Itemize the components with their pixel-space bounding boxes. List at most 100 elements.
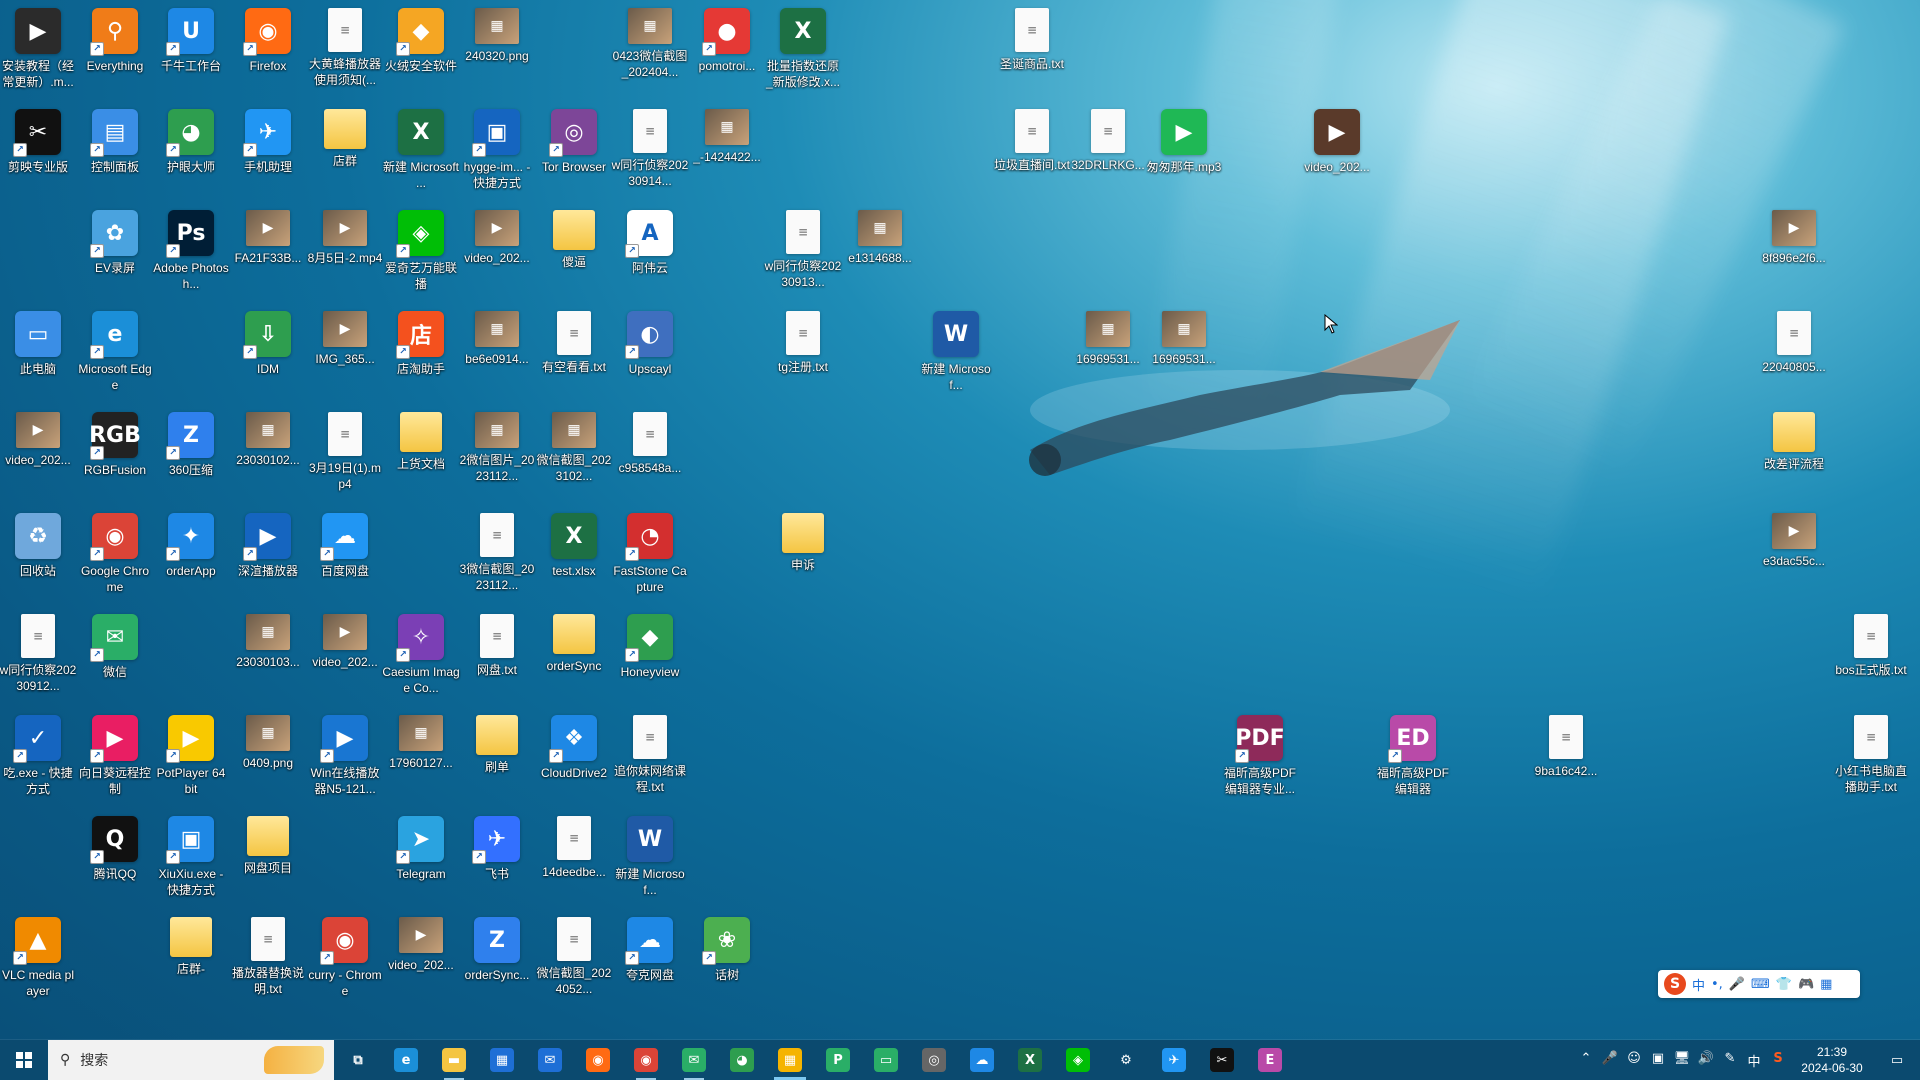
desktop-icon[interactable]: RGB ↗ RGBFusion (76, 408, 154, 508)
desktop-icon[interactable]: ▶ ↗ 向日葵远程控制 (76, 711, 154, 811)
taskbar-store-button[interactable]: ▦ (478, 1040, 526, 1080)
desktop-icon[interactable]: ▦ 17960127... (382, 711, 460, 811)
desktop-icon[interactable]: ▦ 0423微信截图_202404... (611, 4, 689, 104)
desktop-icon[interactable]: ▶ video_202... (1298, 105, 1376, 205)
desktop-icon[interactable]: Z ↗ 360压缩 (152, 408, 230, 508)
desktop-icon[interactable]: ▦ be6e0914... (458, 307, 536, 407)
desktop-icon[interactable]: Ps ↗ Adobe Photosh... (152, 206, 230, 306)
desktop-icon[interactable]: 店群- (152, 913, 230, 1013)
desktop-icon[interactable]: ◉ ↗ Firefox (229, 4, 307, 104)
desktop-icon[interactable]: ▶ video_202... (458, 206, 536, 306)
desktop-icon[interactable]: PDF ↗ 福昕高级PDF编辑器专业... (1221, 711, 1299, 811)
ime-voice-icon[interactable]: 🎤 (1729, 977, 1745, 992)
desktop-icon[interactable]: ▶ video_202... (382, 913, 460, 1013)
desktop-icon[interactable]: ◈ ↗ 爱奇艺万能联播 (382, 206, 460, 306)
ime-skin-icon[interactable]: 👕 (1776, 977, 1792, 992)
sogou-tray-icon[interactable]: S (1766, 1051, 1790, 1070)
ime-keyboard-icon[interactable]: ⌨ (1751, 977, 1770, 992)
desktop-icon[interactable]: ◕ ↗ 护眼大师 (152, 105, 230, 205)
taskbar-edge-button[interactable]: e (382, 1040, 430, 1080)
desktop-icon[interactable]: ≡ 3微信截图_2023112... (458, 509, 536, 609)
desktop-icon[interactable]: ❖ ↗ CloudDrive2 (535, 711, 613, 811)
taskbar-file-explorer-button[interactable]: ▬ (430, 1040, 478, 1080)
taskbar-foxit-pdf-editor-button[interactable]: E (1246, 1040, 1294, 1080)
desktop-icon[interactable]: 傻逼 (535, 206, 613, 306)
desktop-icon[interactable]: ▦ 2微信图片_2023112... (458, 408, 536, 508)
desktop-icon[interactable]: ▶ video_202... (306, 610, 384, 710)
desktop-icon[interactable]: ▶ video_202... (0, 408, 77, 508)
ime-menu-icon[interactable]: ▦ (1820, 977, 1832, 992)
sogou-ime-icon[interactable]: S (1664, 973, 1686, 995)
desktop-icon[interactable]: ✂ ↗ 剪映专业版 (0, 105, 77, 205)
desktop-icon[interactable]: ≡ w同行侦察20230913... (764, 206, 842, 306)
taskbar-capcut-button[interactable]: ✂ (1198, 1040, 1246, 1080)
desktop-icon[interactable]: ▶ 匆匆那年.mp3 (1145, 105, 1223, 205)
taskbar-eye-care-button[interactable]: ◕ (718, 1040, 766, 1080)
desktop-icon[interactable]: ▶ ↗ 深渲播放器 (229, 509, 307, 609)
desktop-icon[interactable]: ▦ 23030102... (229, 408, 307, 508)
desktop-icon[interactable]: 改差评流程 (1755, 408, 1833, 508)
desktop-icon[interactable]: ➤ ↗ Telegram (382, 812, 460, 912)
desktop-icon[interactable]: ≡ 播放器替换说明.txt (229, 913, 307, 1013)
desktop-icon[interactable]: W 新建 Microsof... (917, 307, 995, 407)
desktop-icon[interactable]: 刷单 (458, 711, 536, 811)
desktop-icon[interactable]: 店 ↗ 店淘助手 (382, 307, 460, 407)
desktop-icon[interactable]: ◉ ↗ Google Chrome (76, 509, 154, 609)
desktop-icon[interactable]: ▦ 16969531... (1145, 307, 1223, 407)
desktop-icon[interactable]: ◆ ↗ Honeyview (611, 610, 689, 710)
desktop-icon[interactable]: ▦ 16969531... (1069, 307, 1147, 407)
desktop-icon[interactable]: ❀ ↗ 话树 (688, 913, 766, 1013)
ime-game-icon[interactable]: 🎮 (1798, 977, 1814, 992)
desktop-icon[interactable]: ✧ ↗ Caesium Image Co... (382, 610, 460, 710)
desktop-icon[interactable]: ▶ FA21F33B... (229, 206, 307, 306)
ime-mode-label[interactable]: 中 (1692, 975, 1705, 994)
user-tray-icon[interactable]: ☺ (1622, 1051, 1646, 1070)
taskbar-qianniu-button[interactable]: ▦ (766, 1040, 814, 1080)
ime-toolbar[interactable]: S 中 •, 🎤 ⌨ 👕 🎮 ▦ (1658, 970, 1860, 998)
desktop-icon[interactable]: ☁ ↗ 夸克网盘 (611, 913, 689, 1013)
desktop-icon[interactable]: ED ↗ 福昕高级PDF编辑器 (1374, 711, 1452, 811)
taskbar-mail-button[interactable]: ✉ (526, 1040, 574, 1080)
desktop-icon[interactable]: ☁ ↗ 百度网盘 (306, 509, 384, 609)
desktop-icon[interactable]: ≡ 14deedbe... (535, 812, 613, 912)
desktop-icon[interactable]: ▶ 8月5日-2.mp4 (306, 206, 384, 306)
desktop-icon[interactable]: ▶ ↗ Win在线播放器N5-121... (306, 711, 384, 811)
desktop-icon[interactable]: ≡ 圣诞商品.txt (993, 4, 1071, 104)
desktop-icon[interactable]: ▭ 此电脑 (0, 307, 77, 407)
volume-icon[interactable]: 🔊 (1694, 1051, 1718, 1070)
desktop-icon[interactable]: ▦ e1314688... (841, 206, 919, 306)
desktop-icon[interactable]: ✉ ↗ 微信 (76, 610, 154, 710)
ime-punctuation-icon[interactable]: •, (1711, 977, 1723, 992)
desktop-icon[interactable]: ≡ w同行侦察20230912... (0, 610, 77, 710)
desktop-icon[interactable]: A ↗ 阿伟云 (611, 206, 689, 306)
taskbar-cloud-sync-button[interactable]: ☁ (958, 1040, 1006, 1080)
taskbar-excel-button[interactable]: X (1006, 1040, 1054, 1080)
start-button[interactable] (0, 1040, 48, 1080)
desktop-icon[interactable]: ≡ 有空看看.txt (535, 307, 613, 407)
taskbar-iqiyi-button[interactable]: P (814, 1040, 862, 1080)
taskbar-firefox-button[interactable]: ◉ (574, 1040, 622, 1080)
desktop-icon[interactable]: ▤ ↗ 控制面板 (76, 105, 154, 205)
desktop-icon[interactable]: ▶ ↗ PotPlayer 64 bit (152, 711, 230, 811)
desktop-icon[interactable]: ● ↗ pomotroi... (688, 4, 766, 104)
desktop-icon[interactable]: ⚲ ↗ Everything (76, 4, 154, 104)
desktop-icon[interactable]: ◐ ↗ Upscayl (611, 307, 689, 407)
desktop-icon[interactable]: ▦ 微信截图_2023102... (535, 408, 613, 508)
taskbar-chrome-button[interactable]: ◉ (622, 1040, 670, 1080)
desktop-icon[interactable]: ▣ ↗ hygge-im... - 快捷方式 (458, 105, 536, 205)
desktop-icon[interactable]: ✓ ↗ 吃.exe - 快捷方式 (0, 711, 77, 811)
desktop-icon[interactable]: ✦ ↗ orderApp (152, 509, 230, 609)
desktop-icon[interactable]: ▦ _-1424422... (688, 105, 766, 205)
desktop-icon[interactable]: ≡ 小红书电脑直播助手.txt (1832, 711, 1910, 811)
desktop-icon[interactable]: 申诉 (764, 509, 842, 609)
desktop-icon[interactable]: ▣ ↗ XiuXiu.exe - 快捷方式 (152, 812, 230, 912)
desktop-icon[interactable]: ▶ 8f896e2f6... (1755, 206, 1833, 306)
taskbar-settings-button[interactable]: ⚙ (1102, 1040, 1150, 1080)
desktop-icon[interactable]: orderSync (535, 610, 613, 710)
taskbar-iqiyi-broadcast-button[interactable]: ◈ (1054, 1040, 1102, 1080)
desktop-icon[interactable]: ▶ IMG_365... (306, 307, 384, 407)
pen-icon[interactable]: ✎ (1718, 1051, 1742, 1070)
desktop-icon[interactable]: ≡ w同行侦察20230914... (611, 105, 689, 205)
desktop-icon[interactable]: ▶ 安装教程（经常更新）.m... (0, 4, 77, 104)
desktop-icon[interactable]: ✿ ↗ EV录屏 (76, 206, 154, 306)
